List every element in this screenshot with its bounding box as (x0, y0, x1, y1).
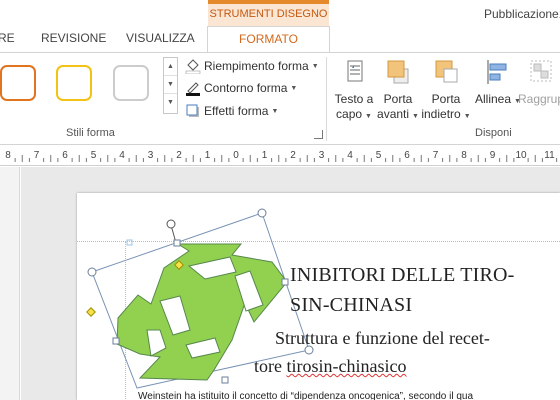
wrap-text-label-2: capo ▼ (336, 107, 372, 121)
resize-handle-top-left[interactable] (87, 267, 97, 277)
ruler-number: 4 (119, 150, 125, 161)
ruler-number: 8 (461, 150, 467, 161)
shape-effects-label: Effetti forma (204, 104, 269, 118)
gallery-up-icon[interactable]: ▲ (164, 58, 177, 76)
shape-style-swatch-orange[interactable] (0, 65, 36, 101)
pencil-outline-icon (185, 80, 201, 96)
horizontal-ruler[interactable]: 8 7 6 5 4 3 2 1 0 1 2 3 4 5 6 7 8 9 10 11 (0, 146, 560, 166)
ruler-number: 8 (5, 150, 11, 161)
group-button[interactable]: Raggrup (516, 57, 560, 107)
rotate-handle[interactable] (166, 219, 176, 229)
contextual-tab-group: STRUMENTI DISEGNO (208, 0, 329, 26)
shape-outline-label: Contorno forma (204, 81, 288, 95)
document-title[interactable]: INIBITORI DELLE TIRO- SIN-CHINASI (290, 260, 560, 320)
tab-revisione[interactable]: REVISIONE (41, 31, 106, 45)
gallery-scroll[interactable]: ▲ ▼ ▼ (163, 57, 178, 114)
bring-forward-button[interactable]: Porta avanti ▼ (376, 57, 420, 124)
ruler-number: 5 (376, 150, 382, 161)
shape-outline-button[interactable]: Contorno forma ▼ (185, 78, 297, 98)
send-backward-button[interactable]: Porta indietro ▼ (421, 57, 471, 124)
document-title-line-2: SIN-CHINASI (290, 294, 413, 316)
chevron-down-icon: ▼ (271, 107, 279, 115)
shape-effects-icon (185, 103, 201, 119)
group-label: Raggrup (517, 92, 560, 106)
subtitle-text: tore (254, 356, 287, 376)
spellcheck-error-word: tirosin-chinasico (286, 356, 407, 376)
resize-handle-left[interactable] (112, 337, 120, 345)
document-title-line-1: INIBITORI DELLE TIRO- (290, 264, 515, 286)
ribbon: ▲ ▼ ▼ Riempimento forma ▼ Contorno forma… (0, 52, 560, 145)
gallery-more-icon[interactable]: ▼ (164, 94, 177, 112)
shape-style-swatch-gold[interactable] (56, 65, 92, 101)
ruler-number: 10 (515, 150, 527, 161)
shape-effects-button[interactable]: Effetti forma ▼ (185, 101, 278, 121)
resize-handle-top[interactable] (173, 239, 181, 247)
bring-forward-label-2: avanti ▼ (377, 107, 419, 121)
document-subtitle-line-2: tore tirosin-chinasico (254, 352, 560, 380)
send-backward-label-1: Porta (431, 92, 461, 106)
vertical-ruler[interactable] (0, 167, 20, 400)
document-body-text[interactable]: Weinstein ha istituito il concetto di “d… (138, 391, 560, 400)
ruler-number: 5 (91, 150, 97, 161)
wrap-text-button[interactable]: Testo a capo ▼ (333, 57, 375, 124)
ruler-number: 6 (62, 150, 68, 161)
ruler-number: 4 (347, 150, 353, 161)
ruler-ticks: 8 7 6 5 4 3 2 1 0 1 2 3 4 5 6 7 8 9 10 11 (5, 150, 558, 162)
send-backward-icon (432, 57, 460, 87)
ruler-number: 3 (319, 150, 325, 161)
bring-forward-icon (384, 57, 412, 87)
resize-handle-top-right[interactable] (257, 208, 267, 218)
tab-review-partial[interactable]: RE (0, 31, 15, 45)
bring-forward-label-1: Porta (383, 92, 413, 106)
ruler-number: 9 (490, 150, 496, 161)
paint-bucket-icon (185, 58, 201, 75)
ruler-number: 3 (148, 150, 154, 161)
ruler-number: 2 (290, 150, 296, 161)
resize-handle-right[interactable] (281, 278, 289, 286)
shape-fill-button[interactable]: Riempimento forma ▼ (185, 56, 319, 76)
ruler-number: 11 (544, 150, 555, 161)
ruler-number: 7 (34, 150, 40, 161)
align-icon (482, 57, 510, 87)
wrap-text-icon (340, 57, 368, 87)
ruler-number: 1 (205, 150, 211, 161)
align-label: Allinea ▼ (475, 92, 521, 106)
ruler-number: 7 (433, 150, 439, 161)
adjust-handle[interactable] (86, 307, 96, 317)
ruler-number: 0 (233, 150, 239, 161)
group-label-arrange: Disponi (475, 127, 512, 139)
send-backward-label-2: indietro ▼ (421, 107, 471, 121)
guide-marker (126, 239, 133, 246)
gallery-down-icon[interactable]: ▼ (164, 76, 177, 94)
align-button[interactable]: Allinea ▼ (475, 57, 521, 109)
document-subtitle-line-1: Struttura e funzione del recet- (275, 328, 490, 348)
shape-fill-label: Riempimento forma (204, 59, 309, 73)
ruler-number: 6 (404, 150, 410, 161)
group-separator (326, 57, 327, 141)
group-label-shape-styles: Stili forma (66, 127, 115, 139)
ruler-number: 1 (262, 150, 268, 161)
wrap-text-label-1: Testo a (334, 92, 374, 106)
chevron-down-icon: ▼ (311, 62, 319, 70)
shape-style-swatch-gray[interactable] (113, 65, 149, 101)
app-title: Pubblicazione1 (484, 7, 560, 21)
tab-visualizza[interactable]: VISUALIZZA (126, 31, 195, 45)
group-objects-icon (527, 57, 555, 87)
resize-handle-bottom[interactable] (221, 376, 229, 384)
chevron-down-icon: ▼ (290, 84, 298, 92)
tab-formato[interactable]: FORMATO (207, 26, 330, 53)
ruler-number: 2 (176, 150, 182, 161)
document-subtitle[interactable]: Struttura e funzione del recet- tore tir… (254, 324, 560, 380)
dialog-launcher-icon[interactable] (314, 130, 323, 139)
